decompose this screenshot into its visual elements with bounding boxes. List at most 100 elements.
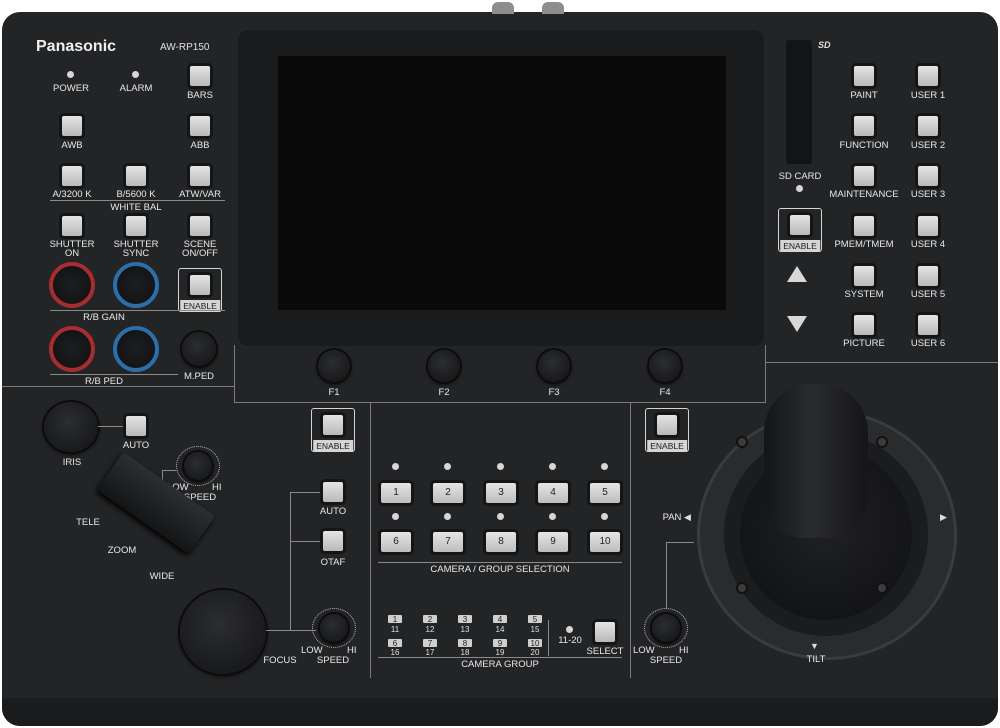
camera-9-button[interactable]: 9 [538,532,568,552]
maintenance-label: MAINTENANCE [829,189,899,200]
group-19-number: 19 [495,648,505,657]
group-14-number: 14 [495,625,505,634]
screw-top-left [736,436,748,448]
b5600k-button[interactable] [126,166,146,186]
camera-4-button[interactable]: 4 [538,483,568,503]
cam3-led [497,463,504,470]
pan-tilt-speed-knob[interactable] [652,614,680,642]
scene-button[interactable] [190,216,210,236]
group-2-number: 2 [427,615,433,624]
user4-button[interactable] [918,216,938,236]
user5-button[interactable] [918,266,938,286]
rb-gain-divider [50,310,225,311]
menu-enable-button[interactable] [790,215,810,235]
f1-label: F1 [328,387,340,398]
function-button[interactable] [854,116,874,136]
camera-7-button[interactable]: 7 [433,532,463,552]
a3200k-button[interactable] [62,166,82,186]
camera-10-button[interactable]: 10 [590,532,620,552]
r-gain-knob[interactable] [49,262,95,308]
camera-6-button[interactable]: 6 [381,532,411,552]
focus-auto-button[interactable] [323,482,343,502]
lcd-screen[interactable] [278,56,726,310]
f1-knob[interactable] [318,350,350,382]
controller-base [2,698,998,726]
f3-knob[interactable] [538,350,570,382]
user6-label: USER 6 [910,338,946,349]
group-1-number: 1 [392,615,398,624]
f3-label: F3 [548,387,560,398]
fkey-frame-right [765,345,766,403]
group-select-label: SELECT [586,646,624,657]
camera-group-label: CAMERA GROUP [461,659,539,670]
white-bal-divider [50,200,225,201]
lens-enable[interactable]: ENABLE [311,408,355,452]
pt-speed-bracket-top [666,542,694,543]
menu-enable[interactable]: ENABLE [778,208,822,252]
abb-button[interactable] [190,116,210,136]
fkey-frame-left [234,345,235,403]
camera-3-button[interactable]: 3 [486,483,516,503]
m-ped-knob[interactable] [182,332,216,366]
camera-8-button[interactable]: 8 [486,532,516,552]
group-select-button[interactable] [595,622,615,642]
page-down-arrow-icon[interactable] [787,316,807,332]
shutter-on-button[interactable] [62,216,82,236]
focus-knob[interactable] [180,590,266,674]
iris-label: IRIS [62,457,82,468]
awb-button[interactable] [62,116,82,136]
otaf-button[interactable] [323,531,343,551]
atw-var-button[interactable] [190,166,210,186]
sd-card-slot[interactable] [786,40,812,164]
b-gain-knob[interactable] [113,262,159,308]
r-ped-knob[interactable] [49,326,95,372]
center-right-divider [630,402,631,678]
awb-label: AWB [61,140,83,151]
group-11-number: 11 [390,625,400,634]
page-up-arrow-icon[interactable] [787,266,807,282]
camera-2-button[interactable]: 2 [433,483,463,503]
paint-button[interactable] [854,66,874,86]
screw-top-right [876,436,888,448]
shutter-sync-button[interactable] [126,216,146,236]
shutter-sync-label-2: SYNC [122,248,150,259]
pan-tilt-enable-button[interactable] [657,415,677,435]
group-12-number: 12 [425,625,435,634]
f2-knob[interactable] [428,350,460,382]
b-ped-knob[interactable] [113,326,159,372]
right-section-divider [766,362,998,363]
iris-auto-button[interactable] [126,416,146,436]
f4-knob[interactable] [649,350,681,382]
camera-5-button[interactable]: 5 [590,483,620,503]
sdxc-logo: SD [818,40,831,50]
user1-button[interactable] [918,66,938,86]
camera-1-button[interactable]: 1 [381,483,411,503]
sd-card-led [796,185,803,192]
focus-label: FOCUS [263,655,297,666]
power-label: POWER [53,83,89,94]
camera-selection-label: CAMERA / GROUP SELECTION [430,564,570,575]
paint-enable-button[interactable] [190,275,210,295]
pmem-tmem-button[interactable] [854,216,874,236]
camera-group-divider [378,657,622,658]
user3-button[interactable] [918,166,938,186]
user2-button[interactable] [918,116,938,136]
cam4-led [549,463,556,470]
iris-knob[interactable] [44,402,98,452]
group-6-number: 6 [392,639,398,648]
user6-button[interactable] [918,315,938,335]
zoom-speed-knob[interactable] [184,452,212,480]
focus-speed-knob[interactable] [320,614,348,642]
focus-otaf-link [290,541,320,542]
maintenance-button[interactable] [854,166,874,186]
function-label: FUNCTION [839,140,889,151]
bars-button[interactable] [190,66,210,86]
paint-enable[interactable]: ENABLE [178,268,222,312]
lens-enable-button[interactable] [323,415,343,435]
picture-button[interactable] [854,315,874,335]
group-9-number: 9 [497,639,503,648]
system-button[interactable] [854,266,874,286]
focus-bracket-line [290,492,291,630]
pan-tilt-enable[interactable]: ENABLE [645,408,689,452]
pan-tilt-joystick[interactable] [764,384,868,538]
